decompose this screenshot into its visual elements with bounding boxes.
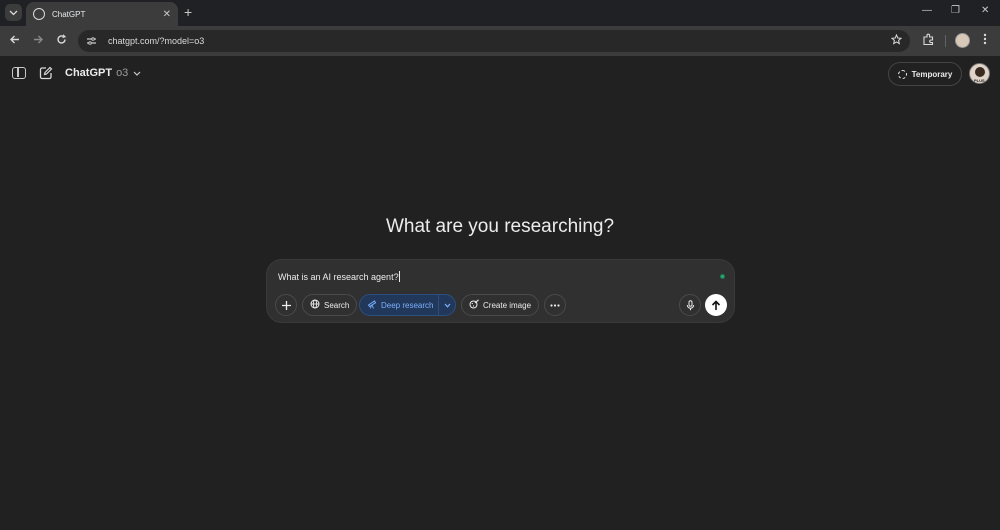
palette-icon	[469, 298, 479, 312]
page-title: What are you researching?	[385, 216, 615, 237]
reload-icon[interactable]	[56, 34, 67, 47]
deep-research-label: Deep research	[381, 300, 434, 310]
attach-button[interactable]	[275, 294, 297, 316]
back-icon[interactable]	[9, 34, 20, 47]
globe-icon	[310, 299, 320, 312]
star-icon[interactable]	[890, 33, 903, 48]
app-name: ChatGPT	[65, 67, 113, 79]
create-image-button[interactable]: Create image	[461, 294, 540, 316]
chevron-down-icon	[133, 68, 141, 78]
avatar[interactable]: PLUS	[969, 63, 990, 84]
browser-tab-bar: ChatGPT ✕ + — ❐ ✕	[0, 0, 1000, 26]
new-chat-icon[interactable]	[39, 66, 53, 80]
chevron-down-icon	[444, 303, 451, 308]
menu-icon[interactable]	[983, 33, 987, 48]
temporary-chat-button[interactable]: Temporary	[888, 62, 962, 86]
arrow-up-icon	[711, 299, 721, 310]
sidebar-icon[interactable]	[12, 67, 26, 79]
search-label: Search	[324, 300, 350, 310]
prompt-input[interactable]: What is an AI research agent?	[278, 271, 400, 282]
address-bar[interactable]: chatgpt.com/?model=o3	[78, 30, 910, 52]
browser-tab[interactable]: ChatGPT ✕	[26, 2, 178, 26]
tab-list-icon[interactable]	[5, 4, 22, 21]
deep-research-dropdown[interactable]	[439, 301, 455, 310]
model-picker[interactable]: ChatGPT o3	[65, 67, 141, 79]
plus-icon	[281, 300, 291, 310]
dictate-button[interactable]	[679, 294, 701, 316]
minimize-button[interactable]: —	[922, 5, 932, 16]
url-text: chatgpt.com/?model=o3	[108, 36, 205, 46]
prompt-input-text: What is an AI research agent?	[278, 272, 399, 282]
model-version: o3	[116, 67, 129, 79]
site-info-icon[interactable]	[86, 36, 98, 46]
app-header: ChatGPT o3 Temporary PLUS	[0, 56, 1000, 94]
browser-profile-avatar[interactable]	[955, 33, 970, 48]
browser-toolbar: chatgpt.com/?model=o3	[0, 26, 1000, 56]
plan-badge: PLUS	[974, 78, 985, 83]
temporary-label: Temporary	[911, 69, 953, 79]
more-icon	[550, 303, 560, 307]
tab-close-icon[interactable]: ✕	[163, 9, 171, 20]
search-button[interactable]: Search	[302, 294, 358, 316]
avatar-face	[975, 67, 985, 77]
composer: What is an AI research agent? Search Dee…	[266, 259, 735, 323]
tab-title: ChatGPT	[52, 9, 86, 19]
new-tab-button[interactable]: +	[184, 5, 192, 19]
status-dot	[720, 274, 725, 279]
telescope-icon	[367, 299, 377, 312]
send-button[interactable]	[705, 294, 727, 316]
deep-research-button[interactable]: Deep research	[359, 294, 456, 316]
text-cursor	[398, 271, 400, 282]
extensions-icon[interactable]	[922, 33, 936, 47]
restore-button[interactable]: ❐	[951, 5, 960, 16]
forward-icon[interactable]	[33, 34, 44, 47]
more-tools-button[interactable]	[544, 294, 566, 316]
create-image-label: Create image	[483, 300, 532, 310]
globe-favicon-icon	[33, 8, 45, 20]
toolbar-divider	[945, 35, 946, 47]
temporary-chat-icon	[897, 69, 907, 79]
window-close-button[interactable]: ✕	[981, 5, 989, 16]
mic-icon	[686, 299, 694, 310]
